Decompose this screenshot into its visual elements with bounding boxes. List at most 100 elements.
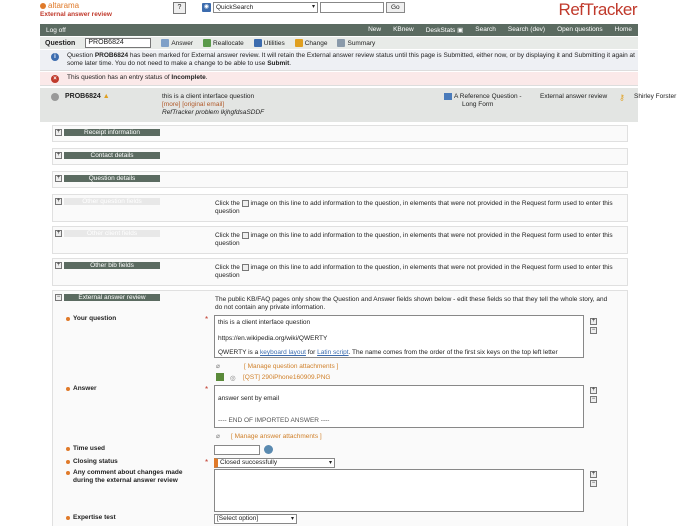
review-status: External answer review [540, 93, 608, 100]
section-title[interactable]: Question details [64, 175, 160, 182]
collapse-toggle[interactable]: − [55, 294, 62, 301]
question-type: A Reference Question - Long Form [444, 93, 522, 109]
eye-icon[interactable]: ◎ [230, 374, 236, 382]
section-title[interactable]: Other client fields [64, 230, 160, 237]
question-title: this is a client interface question [162, 93, 255, 100]
expand-answer-button[interactable]: + [590, 387, 597, 394]
section-title[interactable]: Other question fields [64, 198, 160, 205]
section-title[interactable]: Receipt information [64, 129, 160, 136]
manage-question-attachments-link[interactable]: [ Manage question attachments ] [244, 363, 338, 370]
expand-toggle[interactable]: + [55, 152, 62, 159]
section-hint: Click the image on this line to add info… [215, 200, 613, 216]
section-title[interactable]: Other bib fields [64, 262, 160, 269]
question-problem: RefTracker problem lkjhgfdsaSDDF [162, 109, 265, 116]
nav-deskstats[interactable]: DeskStats ▣ [426, 26, 464, 34]
expand-toggle-icon [241, 200, 249, 207]
section-title[interactable]: External answer review [64, 294, 160, 301]
section-other-bib: + Other bib fields Click the image on th… [52, 258, 628, 286]
info-icon: i [51, 53, 59, 61]
clock-icon[interactable] [264, 445, 273, 454]
nav-new[interactable]: New [368, 26, 381, 34]
shrink-question-button[interactable]: − [590, 327, 597, 334]
reallocate-action[interactable]: Reallocate [203, 39, 244, 47]
logoff-link[interactable]: Log off [46, 27, 66, 34]
form-icon [444, 93, 452, 100]
info-alert-text: Question PROB6824 has been marked for Ex… [67, 52, 635, 67]
question-id: PROB6824 ▲ [65, 93, 110, 100]
image-file-icon [216, 373, 224, 381]
section-hint: Click the image on this line to add info… [215, 264, 613, 280]
expand-toggle[interactable]: + [55, 175, 62, 182]
deskstats-icon: ▣ [457, 27, 464, 34]
section-other-question: + Other question fields Click the image … [52, 194, 628, 222]
bullet-icon [66, 516, 70, 520]
error-icon: × [51, 75, 59, 83]
nav-home[interactable]: Home [615, 26, 632, 34]
nav-kbnew[interactable]: KBnew [393, 26, 414, 34]
bullet-icon [66, 447, 70, 451]
change-action[interactable]: Change [294, 39, 327, 47]
quick-search-select[interactable]: QuickSearch [213, 2, 318, 13]
utilities-action[interactable]: Utilities [253, 39, 285, 47]
question-toolbar: Question PROB6824 Answer Reallocate Util… [40, 37, 638, 49]
bullet-icon [66, 317, 70, 321]
shrink-comment-button[interactable]: − [590, 480, 597, 487]
question-label: Question [45, 39, 76, 47]
answer-textarea[interactable]: answer sent by email ---- END OF IMPORTE… [214, 385, 584, 428]
your-question-label: Your question [66, 315, 116, 323]
bullet-icon [66, 387, 70, 391]
globe-icon: ◉ [202, 3, 211, 12]
app-header: altarama External answer review ? ◉ Quic… [0, 0, 695, 24]
answer-label: Answer [66, 385, 96, 393]
question-id-field[interactable]: PROB6824 [85, 38, 152, 48]
warning-icon: ▲ [102, 93, 110, 100]
altarama-logo-icon [40, 2, 46, 9]
comment-textarea[interactable] [214, 469, 584, 512]
brand-name: altarama [48, 1, 80, 10]
expand-comment-button[interactable]: + [590, 471, 597, 478]
expand-toggle-icon [241, 232, 249, 239]
expand-toggle[interactable]: + [55, 198, 62, 205]
quick-search-input[interactable] [320, 2, 384, 13]
question-links[interactable]: [more] [original email] [162, 101, 264, 109]
status-icon [51, 93, 59, 101]
answer-icon [161, 39, 170, 47]
required-marker: * [205, 458, 209, 467]
go-button[interactable]: Go [386, 2, 405, 13]
answer-action[interactable]: Answer [161, 39, 193, 47]
section-hint: The public KB/FAQ pages only show the Qu… [215, 296, 608, 311]
question-summary: PROB6824 ▲ this is a client interface que… [40, 88, 676, 122]
time-used-input[interactable] [214, 445, 260, 455]
section-other-client: + Other client fields Click the image on… [52, 226, 628, 254]
time-used-label: Time used [66, 445, 105, 453]
shrink-answer-button[interactable]: − [590, 396, 597, 403]
expertise-test-select[interactable]: [Select option] [214, 514, 297, 524]
reftracker-logo[interactable]: RefTracker [559, 0, 638, 20]
section-title[interactable]: Contact details [64, 152, 160, 159]
manage-answer-attachments-link[interactable]: [ Manage answer attachments ] [231, 433, 322, 440]
expand-toggle[interactable]: + [55, 262, 62, 269]
help-icon[interactable]: ? [173, 2, 186, 14]
nav-search[interactable]: Search [475, 26, 496, 34]
your-question-textarea[interactable]: this is a client interface question http… [214, 315, 584, 358]
section-hint: Click the image on this line to add info… [215, 232, 613, 248]
expand-toggle[interactable]: + [55, 230, 62, 237]
error-alert-text: This question has an entry status of Inc… [67, 74, 208, 81]
attachment-file-link[interactable]: [QST] 290iPhone160909.PNG [243, 374, 330, 381]
key-icon: ⚷ [619, 93, 625, 102]
reallocate-icon [203, 39, 212, 47]
paperclip-icon: ⌀ [216, 363, 220, 370]
expand-toggle[interactable]: + [55, 129, 62, 136]
required-marker: * [205, 315, 209, 324]
altarama-logo[interactable]: altarama External answer review [40, 1, 112, 18]
bullet-icon [66, 460, 70, 464]
nav-open-questions[interactable]: Open questions [557, 26, 603, 34]
closing-status-select[interactable]: Closed successfully [214, 458, 335, 468]
error-alert: × This question has an entry status of I… [40, 72, 638, 86]
nav-search-dev[interactable]: Search (dev) [508, 26, 545, 34]
expand-question-button[interactable]: + [590, 318, 597, 325]
section-receipt: + Receipt information [52, 125, 628, 142]
bullet-icon [66, 471, 70, 475]
summary-action[interactable]: Summary [337, 39, 375, 47]
assigned-person: Shirley Forster [634, 93, 677, 100]
